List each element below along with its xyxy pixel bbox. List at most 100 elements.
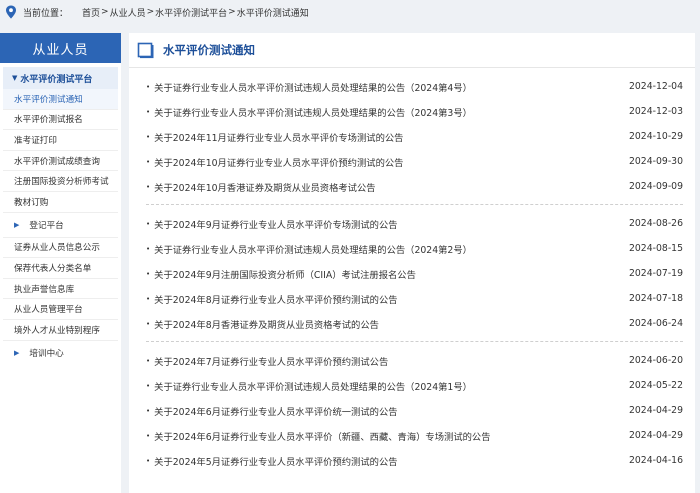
list-item[interactable]: • 关于2024年8月香港证券及期货从业员资格考试的公告 2024-06-24 xyxy=(146,311,683,336)
breadcrumb-label: 当前位置： xyxy=(23,8,69,19)
notice-title[interactable]: 关于证券行业专业人员水平评价测试违规人员处理结果的公告（2024第2号） xyxy=(154,242,472,256)
notice-title[interactable]: 关于证券行业专业人员水平评价测试违规人员处理结果的公告（2024第3号） xyxy=(154,105,472,119)
notice-date: 2024-06-20 xyxy=(628,355,683,366)
divider xyxy=(146,204,683,205)
notice-date: 2024-12-04 xyxy=(628,81,683,92)
notice-title[interactable]: 关于2024年7月证券行业专业人员水平评价预约测试公告 xyxy=(154,354,388,368)
breadcrumb-current[interactable]: 水平评价测试通知 xyxy=(237,6,309,19)
bullet-icon: • xyxy=(146,82,151,91)
breadcrumb: 当前位置： 首页 > 从业人员 > 水平评价测试平台 > 水平评价测试通知 xyxy=(0,0,700,24)
main-panel: 水平评价测试通知 • 关于证券行业专业人员水平评价测试违规人员处理结果的公告（20… xyxy=(129,33,695,493)
notice-date: 2024-07-19 xyxy=(628,268,683,279)
sidebar-header: 从业人员 xyxy=(0,33,121,63)
page-title: 水平评价测试通知 xyxy=(163,43,255,57)
list-item[interactable]: • 关于2024年6月证券行业专业人员水平评价统一测试的公告 2024-04-29 xyxy=(146,398,683,423)
list-item[interactable]: • 关于2024年9月证券行业专业人员水平评价专场测试的公告 2024-08-26 xyxy=(146,211,683,236)
sidebar-item-test-notice[interactable]: 水平评价测试通知 xyxy=(3,89,118,110)
list-item[interactable]: • 关于2024年6月证券行业专业人员水平评价（新疆、西藏、青海）专场测试的公告 … xyxy=(146,423,683,448)
sidebar-section-label: 水平评价测试平台 xyxy=(20,74,93,85)
notice-date: 2024-05-22 xyxy=(628,380,683,391)
sidebar-item-textbook-order[interactable]: 教材订购 xyxy=(3,192,118,213)
sidebar-item-admission-ticket[interactable]: 准考证打印 xyxy=(3,130,118,151)
bullet-icon: • xyxy=(146,219,151,228)
sidebar-item-info-disclosure[interactable]: 证券从业人员信息公示 xyxy=(3,238,118,259)
list-item[interactable]: • 关于证券行业专业人员水平评价测试违规人员处理结果的公告（2024第1号） 20… xyxy=(146,373,683,398)
notice-date: 2024-04-16 xyxy=(628,455,683,466)
sidebar-group-registration[interactable]: ▶ 登记平台 xyxy=(3,213,118,238)
notice-date: 2024-10-29 xyxy=(628,131,683,142)
notice-date: 2024-12-03 xyxy=(628,106,683,117)
list-item[interactable]: • 关于2024年7月证券行业专业人员水平评价预约测试公告 2024-06-20 xyxy=(146,348,683,373)
notice-title[interactable]: 关于2024年8月香港证券及期货从业员资格考试的公告 xyxy=(154,317,379,331)
bullet-icon: • xyxy=(146,381,151,390)
breadcrumb-separator: > xyxy=(101,7,109,17)
bullet-icon: • xyxy=(146,269,151,278)
list-item[interactable]: • 关于证券行业专业人员水平评价测试违规人员处理结果的公告（2024第2号） 20… xyxy=(146,236,683,261)
breadcrumb-practitioners[interactable]: 从业人员 xyxy=(110,6,146,19)
sidebar-group-training[interactable]: ▶ 培训中心 xyxy=(3,341,118,366)
list-item[interactable]: • 关于证券行业专业人员水平评价测试违规人员处理结果的公告（2024第3号） 20… xyxy=(146,99,683,124)
bullet-icon: • xyxy=(146,294,151,303)
notice-date: 2024-04-29 xyxy=(628,405,683,416)
notice-group: • 关于2024年9月证券行业专业人员水平评价专场测试的公告 2024-08-26… xyxy=(129,211,695,336)
notice-title[interactable]: 关于证券行业专业人员水平评价测试违规人员处理结果的公告（2024第4号） xyxy=(154,80,472,94)
list-item[interactable]: • 关于2024年10月证券行业专业人员水平评价预约测试的公告 2024-09-3… xyxy=(146,149,683,174)
notice-title[interactable]: 关于2024年6月证券行业专业人员水平评价统一测试的公告 xyxy=(154,404,397,418)
list-item[interactable]: • 关于2024年8月证券行业专业人员水平评价预约测试的公告 2024-07-18 xyxy=(146,286,683,311)
notice-title[interactable]: 关于2024年8月证券行业专业人员水平评价预约测试的公告 xyxy=(154,292,397,306)
bullet-icon: • xyxy=(146,319,151,328)
breadcrumb-platform[interactable]: 水平评价测试平台 xyxy=(155,6,227,19)
notice-group: • 关于证券行业专业人员水平评价测试违规人员处理结果的公告（2024第4号） 20… xyxy=(129,74,695,199)
caret-right-icon: ▶ xyxy=(14,220,20,229)
bullet-icon: • xyxy=(146,431,151,440)
caret-right-icon: ▶ xyxy=(14,349,20,358)
list-item[interactable]: • 关于2024年10月香港证券及期货从业员资格考试公告 2024-09-09 xyxy=(146,174,683,199)
notice-title[interactable]: 关于2024年9月注册国际投资分析师（CIIA）考试注册报名公告 xyxy=(154,267,416,281)
bullet-icon: • xyxy=(146,132,151,141)
sidebar-item-sponsor-list[interactable]: 保荐代表人分类名单 xyxy=(3,258,118,279)
notice-date: 2024-08-15 xyxy=(628,243,683,254)
breadcrumb-home[interactable]: 首页 xyxy=(82,6,100,19)
notice-title[interactable]: 关于2024年11月证券行业专业人员水平评价专场测试的公告 xyxy=(154,130,403,144)
breadcrumb-separator: > xyxy=(146,7,155,17)
caret-down-icon: ▼ xyxy=(12,74,18,82)
notice-title[interactable]: 关于2024年9月证券行业专业人员水平评价专场测试的公告 xyxy=(154,217,397,231)
sidebar-item-reputation-db[interactable]: 执业声誉信息库 xyxy=(3,279,118,300)
list-item[interactable]: • 关于证券行业专业人员水平评价测试违规人员处理结果的公告（2024第4号） 20… xyxy=(146,74,683,99)
notice-date: 2024-06-24 xyxy=(628,318,683,329)
location-pin-icon xyxy=(6,5,16,19)
notice-date: 2024-07-18 xyxy=(628,293,683,304)
list-item[interactable]: • 关于2024年9月注册国际投资分析师（CIIA）考试注册报名公告 2024-0… xyxy=(146,261,683,286)
notice-title[interactable]: 关于证券行业专业人员水平评价测试违规人员处理结果的公告（2024第1号） xyxy=(154,379,472,393)
notice-group: • 关于2024年7月证券行业专业人员水平评价预约测试公告 2024-06-20 … xyxy=(129,348,695,473)
sidebar-item-management-platform[interactable]: 从业人员管理平台 xyxy=(3,299,118,320)
sidebar-item-overseas-talent[interactable]: 境外人才从业特别程序 xyxy=(3,320,118,341)
bullet-icon: • xyxy=(146,406,151,415)
notice-date: 2024-04-29 xyxy=(628,430,683,441)
sidebar-section-test-platform[interactable]: ▼ 水平评价测试平台 xyxy=(3,67,118,89)
list-item[interactable]: • 关于2024年5月证券行业专业人员水平评价预约测试的公告 2024-04-16 xyxy=(146,448,683,473)
sidebar-item-test-registration[interactable]: 水平评价测试报名 xyxy=(3,110,118,131)
bullet-icon: • xyxy=(146,107,151,116)
bullet-icon: • xyxy=(146,456,151,465)
sidebar-item-score-query[interactable]: 水平评价测试成绩查询 xyxy=(3,151,118,172)
document-icon xyxy=(137,42,154,59)
notice-title[interactable]: 关于2024年10月香港证券及期货从业员资格考试公告 xyxy=(154,180,375,194)
bullet-icon: • xyxy=(146,157,151,166)
main-header: 水平评价测试通知 xyxy=(129,33,695,68)
list-item[interactable]: • 关于2024年11月证券行业专业人员水平评价专场测试的公告 2024-10-2… xyxy=(146,124,683,149)
sidebar-group-label: 培训中心 xyxy=(29,349,64,360)
notice-date: 2024-09-30 xyxy=(628,156,683,167)
sidebar: 从业人员 ▼ 水平评价测试平台 水平评价测试通知 水平评价测试报名 准考证打印 … xyxy=(0,33,121,493)
notice-list: • 关于证券行业专业人员水平评价测试违规人员处理结果的公告（2024第4号） 20… xyxy=(129,68,695,473)
notice-date: 2024-08-26 xyxy=(628,218,683,229)
notice-title[interactable]: 关于2024年10月证券行业专业人员水平评价预约测试的公告 xyxy=(154,155,403,169)
bullet-icon: • xyxy=(146,356,151,365)
notice-title[interactable]: 关于2024年6月证券行业专业人员水平评价（新疆、西藏、青海）专场测试的公告 xyxy=(154,429,490,443)
bullet-icon: • xyxy=(146,182,151,191)
bullet-icon: • xyxy=(146,244,151,253)
notice-title[interactable]: 关于2024年5月证券行业专业人员水平评价预约测试的公告 xyxy=(154,454,397,468)
notice-date: 2024-09-09 xyxy=(628,181,683,192)
sidebar-item-ciia-exam[interactable]: 注册国际投资分析师考试 xyxy=(3,171,118,192)
breadcrumb-separator: > xyxy=(228,7,236,17)
